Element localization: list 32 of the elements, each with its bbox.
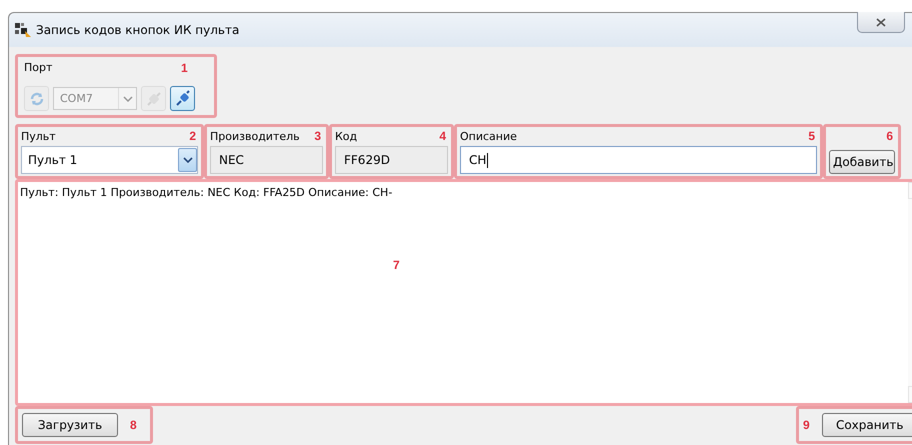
annotation-number: 2	[189, 129, 196, 143]
app-icon	[14, 22, 32, 38]
annotation-number: 1	[181, 61, 188, 75]
readonly-field: FF629D	[335, 146, 448, 174]
window-title: Запись кодов кнопок ИК пульта	[36, 22, 240, 36]
annotation-number: 5	[808, 129, 815, 143]
refresh-icon	[28, 90, 44, 106]
log-line: Пульт: Пульт 1 Производитель: NEC Код: FFA25D Описание: CH-	[20, 186, 394, 199]
add-button[interactable]: Добавить	[829, 150, 895, 174]
close-button[interactable]	[857, 12, 905, 33]
field-label: Производитель	[210, 130, 300, 142]
annotation-number: 6	[886, 129, 893, 143]
plug-icon	[174, 90, 192, 108]
annotation-number: 9	[803, 418, 810, 432]
readonly-field: NEC	[210, 146, 323, 174]
chevron-down-icon	[122, 96, 132, 102]
save-button[interactable]: Сохранить	[822, 413, 912, 437]
plug-icon	[144, 90, 162, 108]
remote-dropdown[interactable]: Пульт 1	[21, 146, 198, 174]
connect-button[interactable]	[170, 86, 195, 111]
description-field[interactable]: CH	[460, 146, 817, 174]
field-label: Код	[335, 130, 358, 142]
field-label: Пульт	[21, 130, 56, 142]
annotation-number: 8	[130, 418, 137, 432]
annotation-number: 7	[393, 258, 400, 272]
annotation-number: 4	[439, 129, 446, 143]
port-label: Порт	[24, 61, 52, 74]
close-icon	[876, 18, 886, 26]
load-button[interactable]: Загрузить	[22, 413, 118, 437]
chevron-down-icon	[182, 157, 192, 163]
field-label: Описание	[460, 130, 517, 142]
annotation-number: 3	[314, 129, 321, 143]
